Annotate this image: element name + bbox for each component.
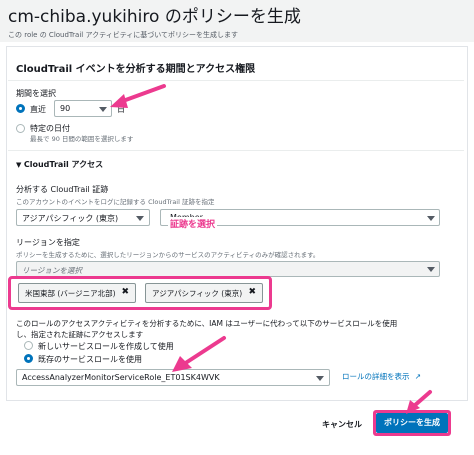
divider (8, 150, 464, 151)
region-select[interactable]: リージョンを選択 (16, 261, 440, 277)
region-placeholder: リージョンを選択 (22, 266, 82, 275)
chevron-down-icon (427, 267, 435, 272)
days-value: 90 (60, 104, 71, 113)
region-token: アジアパシフィック (東京) ✖ (145, 283, 263, 303)
cancel-button[interactable]: キャンセル (322, 419, 362, 430)
service-role-desc-1: このロールのアクセスアクティビティを分析するために、IAM はユーザーに代わって… (16, 319, 398, 328)
close-icon[interactable]: ✖ (248, 287, 256, 297)
new-role-label: 新しいサービスロールを作成して使用 (38, 342, 174, 351)
page-description: この role の CloudTrail アクティビティに基づいてポリシーを生成… (8, 31, 239, 39)
region-hint: ポリシーを生成するために、選択したリージョンからのサービスのアクティビティのみが… (16, 251, 320, 259)
page-title: cm-chiba.yukihiro のポリシーを生成 (8, 7, 301, 27)
role-value: AccessAnalyzerMonitorServiceRole_ET01SK4… (22, 373, 220, 382)
cloudtrail-access-toggle[interactable]: ▼ CloudTrail アクセス (16, 159, 103, 170)
divider (8, 80, 464, 81)
chevron-down-icon (316, 376, 324, 381)
recent-label: 直近 (30, 105, 46, 114)
trail-region-select[interactable]: アジアパシフィック (東京) (16, 209, 150, 226)
period-label: 期間を選択 (16, 89, 56, 98)
annotation-arrow-icon (110, 84, 166, 108)
chevron-down-icon (427, 216, 435, 221)
specific-date-radio[interactable] (16, 124, 25, 133)
specific-date-hint: 最長で 90 日間の範囲を選択します (30, 135, 134, 143)
annotation-trail-label: 証跡を選択 (168, 217, 218, 230)
close-icon[interactable]: ✖ (121, 287, 129, 297)
role-details-link[interactable]: ロールの詳細を表示 ↗ (342, 371, 421, 382)
trail-region-value: アジアパシフィック (東京) (22, 214, 119, 223)
section-title: CloudTrail イベントを分析する期間とアクセス権限 (16, 64, 256, 75)
trail-label: 分析する CloudTrail 証跡 (16, 185, 109, 194)
annotation-arrow-icon (172, 336, 226, 372)
external-link-icon: ↗ (414, 372, 422, 381)
new-role-radio[interactable] (24, 341, 33, 350)
existing-role-label: 既存のサービスロールを使用 (38, 355, 142, 364)
region-label: リージョンを指定 (16, 238, 80, 247)
role-details-label: ロールの詳細を表示 (342, 372, 410, 381)
region-token-label: アジアパシフィック (東京) (152, 289, 243, 298)
chevron-down-icon (99, 107, 107, 112)
cloudtrail-access-label: CloudTrail アクセス (23, 160, 104, 169)
trail-hint: このアカウントのイベントをログに記録する CloudTrail 証跡を指定 (16, 198, 215, 206)
recent-radio[interactable] (16, 104, 25, 113)
page-header: cm-chiba.yukihiro のポリシーを生成 この role の Clo… (0, 0, 474, 42)
region-token-label: 米国東部 (バージニア北部) (25, 289, 116, 298)
chevron-down-icon (136, 216, 144, 221)
existing-role-radio[interactable] (24, 354, 33, 363)
annotation-arrow-icon (406, 390, 432, 414)
region-token: 米国東部 (バージニア北部) ✖ (18, 283, 136, 303)
service-role-desc-2: し、指定された証跡にアクセスします (16, 330, 144, 339)
caret-down-icon: ▼ (16, 161, 24, 169)
